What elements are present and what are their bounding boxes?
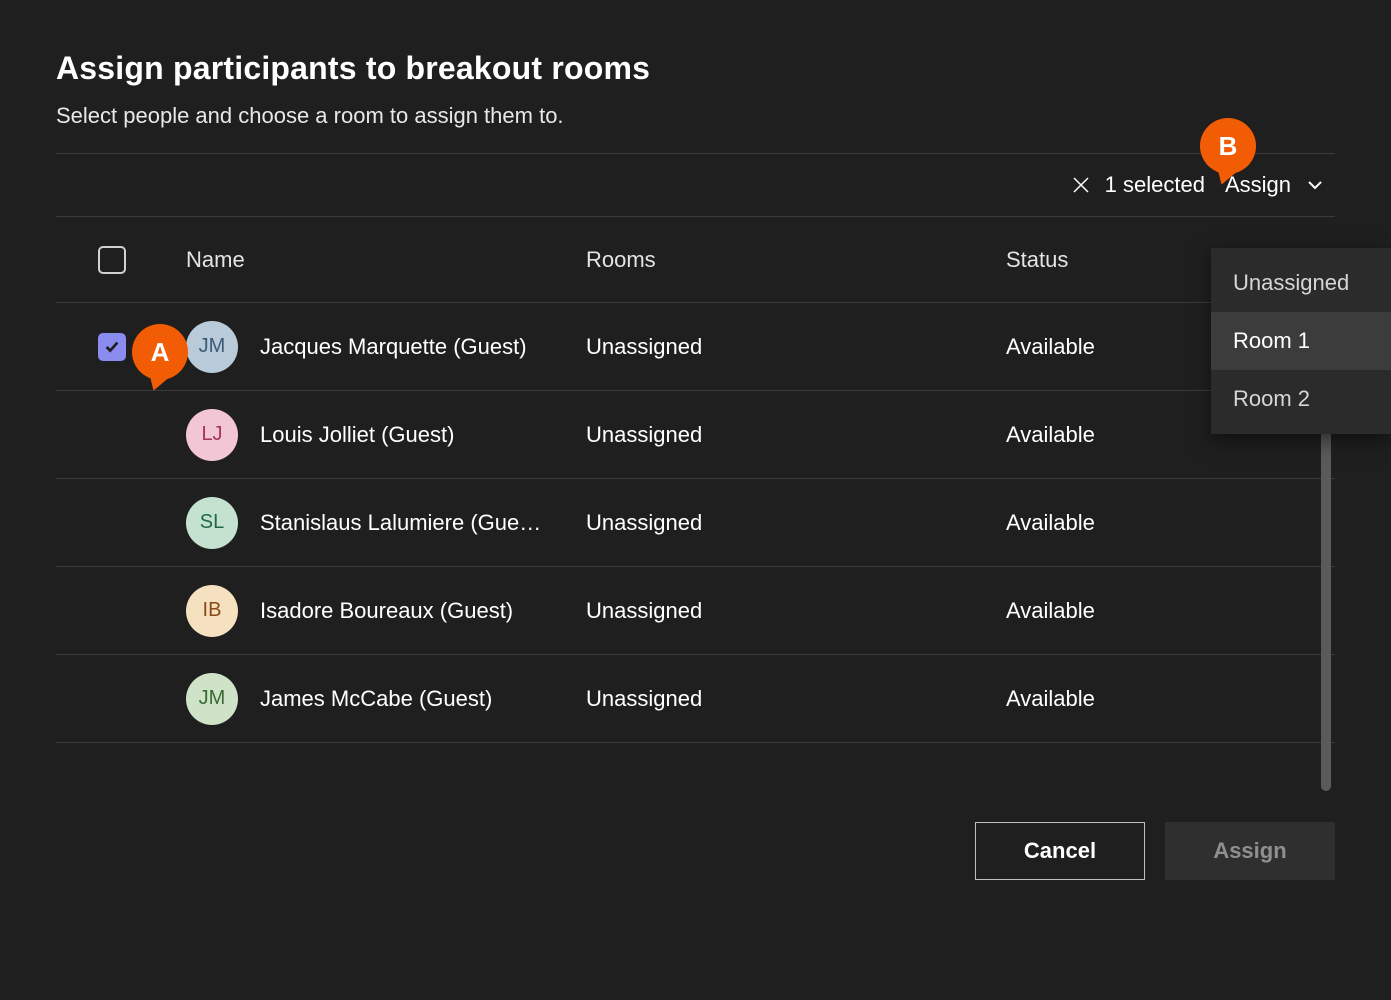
rooms-menu-item[interactable]: Room 1 [1211,312,1391,370]
participant-name: Stanislaus Lalumiere (Gue… [260,510,541,536]
avatar: JM [186,673,238,725]
participant-name: Louis Jolliet (Guest) [260,422,454,448]
rooms-menu-item[interactable]: Unassigned [1211,254,1391,312]
table-row[interactable]: LJLouis Jolliet (Guest)UnassignedAvailab… [56,391,1335,479]
chevron-down-icon [1305,175,1325,195]
close-icon [1071,175,1091,195]
participant-name: Isadore Boureaux (Guest) [260,598,513,624]
avatar: IB [186,585,238,637]
assign-dropdown-button[interactable]: Assign [1225,172,1335,198]
dialog-title: Assign participants to breakout rooms [56,50,1335,87]
participant-name: James McCabe (Guest) [260,686,492,712]
clear-selection-button[interactable]: 1 selected [1071,172,1205,198]
select-all-checkbox[interactable] [98,246,126,274]
breakout-assign-dialog: Assign participants to breakout rooms Se… [0,0,1391,1000]
participant-room: Unassigned [586,686,1006,712]
table-row[interactable]: SL Stanislaus Lalumiere (Gue… UnassignedAv… [56,479,1335,567]
avatar: LJ [186,409,238,461]
table-row[interactable]: JM James McCabe (Guest) UnassignedAvailabl… [56,655,1335,743]
annotation-b: B [1200,118,1256,174]
table-row[interactable]: IB Isadore Boureaux (Guest) UnassignedAvai… [56,567,1335,655]
participant-status: Available [1006,510,1335,536]
cancel-button[interactable]: Cancel [975,822,1145,880]
participant-name: Jacques Marquette (Guest) [260,334,527,360]
participant-room: Unassigned [586,334,1006,360]
col-header-rooms: Rooms [586,247,1006,273]
participant-status: Available [1006,686,1335,712]
check-icon [103,338,121,356]
dialog-footer: Cancel Assign [975,822,1335,880]
avatar: SL [186,497,238,549]
rooms-menu-item[interactable]: Room 2 [1211,370,1391,428]
participant-room: Unassigned [586,422,1006,448]
participant-status: Available [1006,598,1335,624]
table-row[interactable]: JMJacques Marquette (Guest)UnassignedAva… [56,303,1335,391]
participant-room: Unassigned [586,598,1006,624]
row-checkbox[interactable] [98,333,126,361]
selected-count-label: 1 selected [1105,172,1205,198]
avatar: JM [186,321,238,373]
annotation-a: A [132,324,188,380]
dialog-subtitle: Select people and choose a room to assig… [56,103,1335,129]
rooms-dropdown-menu: UnassignedRoom 1Room 2 [1211,248,1391,434]
col-header-name: Name [186,247,586,273]
participants-table: Name Rooms Status JM Jacques Marquette (G… [56,217,1335,743]
selection-toolbar: 1 selected Assign [56,154,1335,217]
participant-room: Unassigned [586,510,1006,536]
table-header-row: Name Rooms Status [56,217,1335,303]
assign-button[interactable]: Assign [1165,822,1335,880]
